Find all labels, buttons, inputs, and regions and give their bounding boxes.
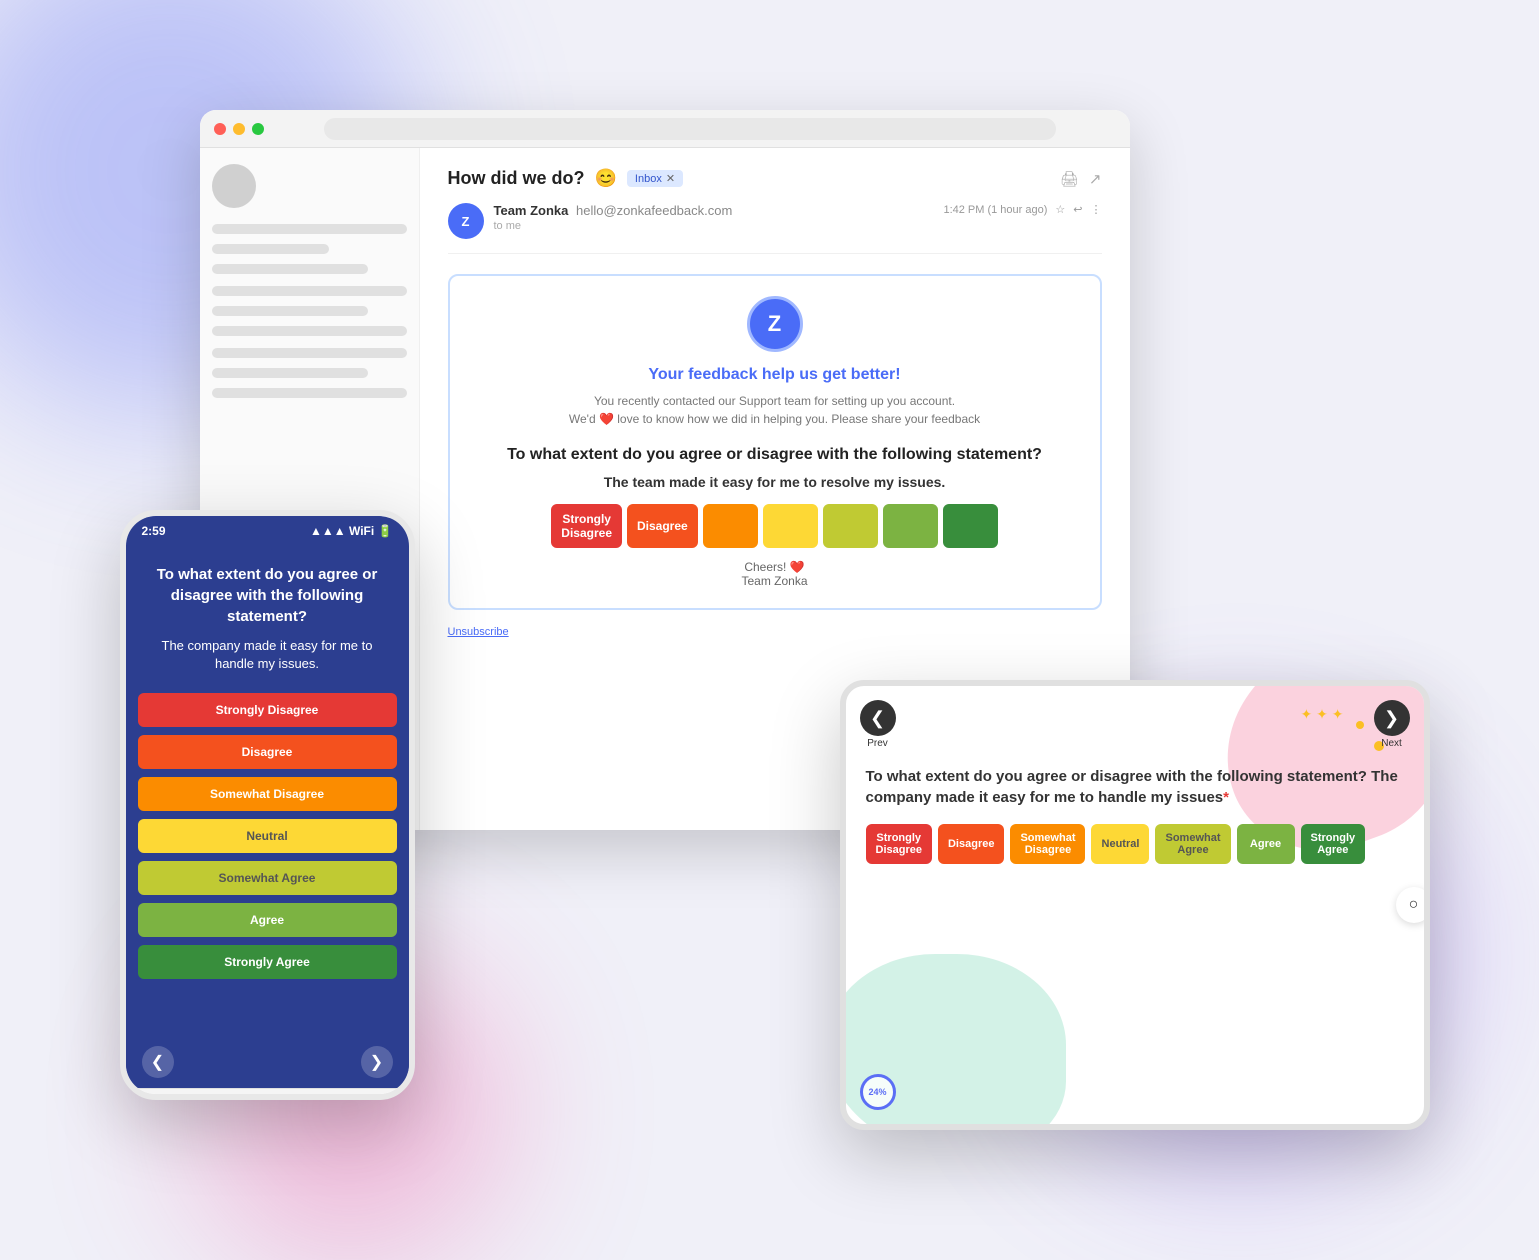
heart-icon: ❤️ (790, 560, 805, 574)
phone-time: 2:59 (142, 524, 166, 538)
phone-browser-bar: AA 🔒 us1.zonka.co ↻ (126, 1088, 409, 1100)
sidebar-line-8 (212, 368, 368, 378)
window-dot-green[interactable] (252, 123, 264, 135)
sender-email: hello@zonkafeedback.com (576, 203, 732, 218)
sender-to: to me (494, 220, 934, 232)
zonka-logo: Z (747, 296, 803, 352)
email-header-row: Z Team Zonka hello@zonkafeedback.com to … (448, 203, 1102, 254)
sidebar-line-2 (212, 244, 329, 254)
tablet-scale-agree[interactable]: Agree (1237, 824, 1295, 864)
phone-option-strongly-agree[interactable]: Strongly Agree (138, 945, 397, 979)
more-icon[interactable]: ⋮ (1091, 203, 1102, 216)
email-subject: How did we do? (448, 168, 585, 189)
phone-option-strongly-disagree[interactable]: Strongly Disagree (138, 693, 397, 727)
tablet-scale-row: StronglyDisagree Disagree SomewhatDisagr… (866, 824, 1404, 864)
tablet-scale-strongly-agree[interactable]: StronglyAgree (1301, 824, 1366, 864)
tablet-next-button[interactable]: ❯ (1374, 700, 1410, 736)
star-decoration: ✦ ✦ ✦ (1301, 706, 1344, 723)
email-subject-emoji: 😊 (595, 168, 617, 189)
phone-option-agree[interactable]: Agree (138, 903, 397, 937)
lock-icon: 🔒 (155, 1098, 169, 1100)
window-dot-red[interactable] (214, 123, 226, 135)
mobile-phone: 2:59 ▲▲▲ WiFi 🔋 To what extent do you ag… (120, 510, 415, 1100)
print-icon[interactable]: 🖨 (1060, 170, 1079, 188)
sidebar-line-7 (212, 348, 407, 358)
phone-url-box[interactable]: us1.zonka.co (175, 1095, 381, 1100)
tablet-question: To what extent do you agree or disagree … (866, 766, 1404, 808)
scale-btn-neutral[interactable] (763, 504, 818, 548)
sidebar-line-1 (212, 224, 407, 234)
survey-question: To what extent do you agree or disagree … (470, 444, 1080, 466)
tablet-scale-strongly-disagree[interactable]: StronglyDisagree (866, 824, 932, 864)
phone-browser-aa: AA (136, 1099, 149, 1100)
sidebar-line-5 (212, 306, 368, 316)
phone-option-somewhat-disagree[interactable]: Somewhat Disagree (138, 777, 397, 811)
star-icon[interactable]: ☆ (1055, 203, 1065, 216)
phone-status-icons: ▲▲▲ WiFi 🔋 (310, 524, 392, 538)
phone-next-button[interactable]: ❯ (361, 1046, 393, 1078)
reload-icon[interactable]: ↻ (387, 1096, 399, 1100)
scene: How did we do? 😊 Inbox ✕ 🖨 ↗ Z (120, 80, 1420, 1180)
tablet-prev-label: Prev (860, 738, 896, 749)
phone-prev-button[interactable]: ❮ (142, 1046, 174, 1078)
scale-btn-agree[interactable] (883, 504, 938, 548)
reply-icon[interactable]: ↩ (1073, 203, 1082, 216)
tablet-prev-button[interactable]: ❮ (860, 700, 896, 736)
external-link-icon[interactable]: ↗ (1089, 170, 1102, 188)
phone-question: To what extent do you agree or disagree … (126, 544, 409, 637)
tablet-side-button[interactable]: ○ (1396, 887, 1430, 923)
phone-nav: ❮ ❯ (126, 1036, 409, 1088)
email-meta: 1:42 PM (1 hour ago) ☆ ↩ ⋮ (943, 203, 1101, 216)
unsubscribe-link[interactable]: Unsubscribe (448, 626, 509, 638)
phone-sub-question: The company made it easy for me to handl… (126, 637, 409, 693)
survey-sub-question: The team made it easy for me to resolve … (470, 474, 1080, 490)
window-dots (214, 123, 264, 135)
phone-options: Strongly Disagree Disagree Somewhat Disa… (126, 693, 409, 1036)
survey-footer: Cheers! ❤️ Team Zonka (470, 560, 1080, 588)
tablet-next-area: ❯ Next (1374, 700, 1410, 749)
phone-content: To what extent do you agree or disagree … (126, 544, 409, 1088)
sender-avatar: Z (448, 203, 484, 239)
tablet-progress-circle: 24% (860, 1074, 896, 1110)
sidebar-avatar (212, 164, 256, 208)
badge-close-icon[interactable]: ✕ (666, 172, 675, 185)
survey-scale-row: StronglyDisagree Disagree (470, 504, 1080, 548)
phone-status-bar: 2:59 ▲▲▲ WiFi 🔋 (126, 516, 409, 544)
phone-option-neutral[interactable]: Neutral (138, 819, 397, 853)
sidebar-line-6 (212, 326, 407, 336)
tablet-content: To what extent do you agree or disagree … (866, 766, 1404, 864)
phone-option-disagree[interactable]: Disagree (138, 735, 397, 769)
scale-btn-strongly-disagree[interactable]: StronglyDisagree (551, 504, 622, 548)
tablet-scale-somewhat-agree[interactable]: SomewhatAgree (1155, 824, 1230, 864)
sidebar-line-4 (212, 286, 407, 296)
tablet: ✦ ✦ ✦ ❮ Prev ❯ Next To what extent do yo… (840, 680, 1430, 1130)
tablet-next-label: Next (1374, 738, 1410, 749)
email-badge: Inbox ✕ (627, 170, 683, 187)
tablet-progress-area: 24% (860, 1074, 896, 1110)
tablet-inner: ✦ ✦ ✦ ❮ Prev ❯ Next To what extent do yo… (846, 686, 1424, 1124)
window-dot-yellow[interactable] (233, 123, 245, 135)
sidebar-line-3 (212, 264, 368, 274)
scale-btn-somewhat-agree[interactable] (823, 504, 878, 548)
survey-card: Z Your feedback help us get better! You … (448, 274, 1102, 610)
survey-title: Your feedback help us get better! (470, 366, 1080, 384)
sender-name: Team Zonka hello@zonkafeedback.com (494, 203, 934, 218)
window-titlebar (200, 110, 1130, 148)
scale-btn-disagree[interactable]: Disagree (627, 504, 698, 548)
sidebar-line-9 (212, 388, 407, 398)
email-subject-bar: How did we do? 😊 Inbox ✕ 🖨 ↗ (448, 168, 1102, 189)
window-urlbar (324, 118, 1056, 140)
phone-option-somewhat-agree[interactable]: Somewhat Agree (138, 861, 397, 895)
tablet-scale-disagree[interactable]: Disagree (938, 824, 1004, 864)
tablet-prev-area: ❮ Prev (860, 700, 896, 749)
survey-desc: You recently contacted our Support team … (470, 392, 1080, 428)
scale-btn-strongly-agree[interactable] (943, 504, 998, 548)
tablet-scale-neutral[interactable]: Neutral (1091, 824, 1149, 864)
tablet-scale-somewhat-disagree[interactable]: SomewhatDisagree (1010, 824, 1085, 864)
scale-btn-somewhat-disagree[interactable] (703, 504, 758, 548)
sender-info: Team Zonka hello@zonkafeedback.com to me (494, 203, 934, 232)
tablet-required-marker: * (1223, 789, 1229, 806)
